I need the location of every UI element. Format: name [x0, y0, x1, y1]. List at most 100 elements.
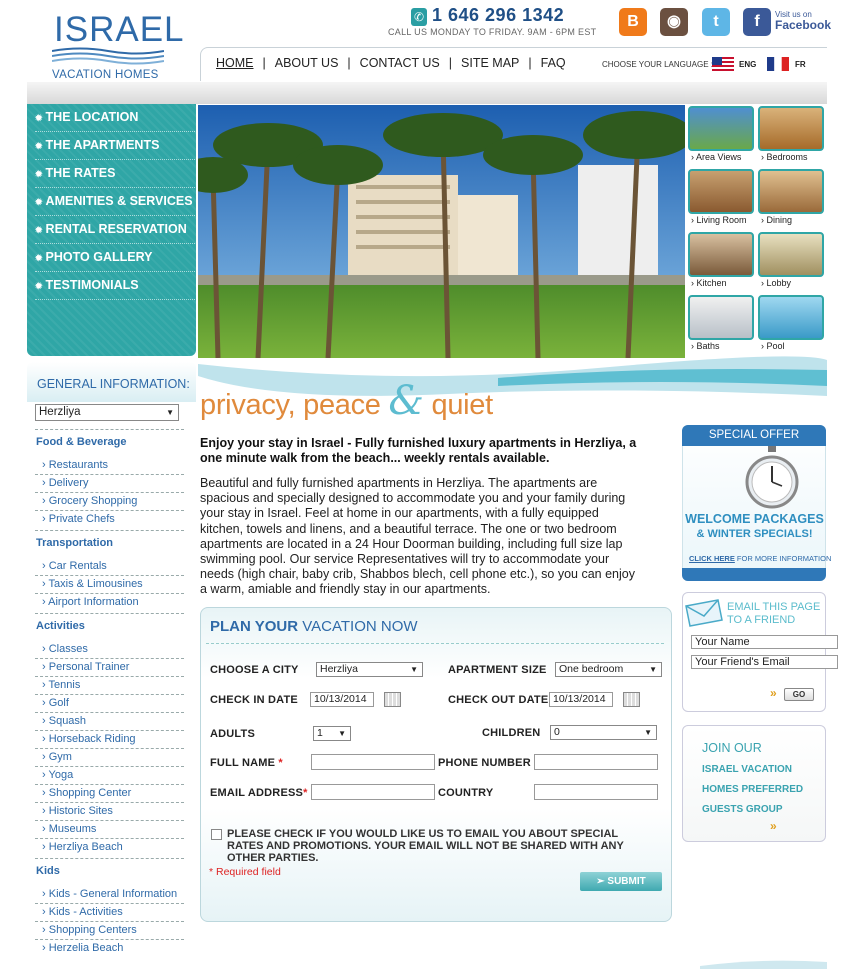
go-button[interactable]: GO — [784, 688, 814, 701]
menu-the-apartments[interactable]: ✹ THE APARTMENTS — [35, 132, 197, 160]
menu-rental-reservation[interactable]: ✹ RENTAL RESERVATION — [35, 216, 197, 244]
email-friend-title: EMAIL THIS PAGE TO A FRIEND — [727, 601, 821, 626]
thumb-kitchen[interactable] — [688, 232, 754, 277]
link-herzliya-beach[interactable]: › Herzliya Beach — [42, 841, 123, 853]
link-tennis[interactable]: › Tennis — [42, 679, 80, 691]
click-here-link[interactable]: CLICK HERE FOR MORE INFORMATION — [689, 554, 831, 563]
menu-the-rates[interactable]: ✹ THE RATES — [35, 160, 197, 188]
link-museums[interactable]: › Museums — [42, 823, 96, 835]
your-name-input[interactable]: Your Name — [691, 635, 838, 649]
link-delivery[interactable]: › Delivery — [42, 477, 88, 489]
link-grocery[interactable]: › Grocery Shopping — [42, 495, 137, 507]
checkin-input[interactable]: 10/13/2014 — [310, 692, 374, 707]
promotions-checkbox[interactable] — [211, 829, 222, 840]
link-car-rentals[interactable]: › Car Rentals — [42, 560, 107, 572]
facebook-link[interactable]: Visit us on Facebook — [775, 10, 831, 32]
link-kids-activities[interactable]: › Kids - Activities — [42, 906, 123, 918]
link-herzelia-beach[interactable]: › Herzelia Beach — [42, 942, 123, 954]
welcome-packages[interactable]: WELCOME PACKAGES — [684, 512, 825, 526]
thumb-pool[interactable] — [758, 295, 824, 340]
checkout-input[interactable]: 10/13/2014 — [549, 692, 613, 707]
link-historic-sites[interactable]: › Historic Sites — [42, 805, 113, 817]
link-yoga[interactable]: › Yoga — [42, 769, 73, 781]
email-address-input[interactable] — [311, 784, 435, 800]
adults-label: ADULTS — [210, 728, 255, 740]
lang-eng[interactable]: ENG — [739, 60, 756, 69]
double-arrow-icon[interactable]: » — [770, 819, 777, 833]
thumb-living-room[interactable] — [688, 169, 754, 214]
link-horseback[interactable]: › Horseback Riding — [42, 733, 136, 745]
bullet-icon: ✹ — [35, 281, 43, 291]
thumb-label[interactable]: › Area Views — [691, 152, 741, 162]
divider — [35, 921, 184, 922]
main-nav: HOME | ABOUT US | CONTACT US | SITE MAP | FAQ — [216, 56, 566, 70]
city-select-value: Herzliya — [39, 406, 81, 418]
blogger-icon[interactable]: B — [619, 8, 647, 36]
lang-fr[interactable]: FR — [795, 60, 806, 69]
full-name-input[interactable] — [311, 754, 435, 770]
nav-home[interactable]: HOME — [216, 56, 254, 70]
divider — [35, 575, 184, 576]
category-food: Food & Beverage — [36, 436, 127, 448]
thumb-label[interactable]: › Lobby — [761, 278, 791, 288]
thumb-lobby[interactable] — [758, 232, 824, 277]
children-select[interactable]: 0 ▼ — [550, 725, 657, 740]
thumb-bedrooms[interactable] — [758, 106, 824, 151]
link-squash[interactable]: › Squash — [42, 715, 86, 727]
thumb-dining[interactable] — [758, 169, 824, 214]
winter-specials[interactable]: & WINTER SPECIALS! — [684, 528, 825, 540]
menu-testimonials[interactable]: ✹ TESTIMONIALS — [35, 272, 197, 300]
link-gym[interactable]: › Gym — [42, 751, 72, 763]
join-line-3: GUESTS GROUP — [702, 804, 783, 815]
thumb-label[interactable]: › Living Room — [691, 215, 747, 225]
menu-the-location[interactable]: ✹ THE LOCATION — [35, 104, 197, 132]
phone-number-label: PHONE NUMBER — [438, 757, 531, 769]
phone-number-input[interactable] — [534, 754, 658, 770]
link-shopping-centers[interactable]: › Shopping Centers — [42, 924, 137, 936]
menu-amenities[interactable]: ✹ AMENITIES & SERVICES — [35, 188, 197, 216]
thumb-label[interactable]: › Dining — [761, 215, 792, 225]
city-select[interactable]: Herzliya ▼ — [35, 404, 179, 421]
fr-flag-icon[interactable] — [767, 57, 789, 71]
phone-number[interactable]: 1 646 296 1342 — [432, 5, 564, 26]
form-city-select[interactable]: Herzliya ▼ — [316, 662, 423, 677]
twitter-icon[interactable]: t — [702, 8, 730, 36]
apartment-size-select[interactable]: One bedroom ▼ — [555, 662, 662, 677]
thumb-area-views[interactable] — [688, 106, 754, 151]
link-taxis[interactable]: › Taxis & Limousines — [42, 578, 143, 590]
nav-site-map[interactable]: SITE MAP — [461, 56, 519, 70]
menu-photo-gallery[interactable]: ✹ PHOTO GALLERY — [35, 244, 197, 272]
thumb-label[interactable]: › Pool — [761, 341, 785, 351]
thumb-baths[interactable] — [688, 295, 754, 340]
link-private-chefs[interactable]: › Private Chefs — [42, 513, 115, 525]
nav-contact-us[interactable]: CONTACT US — [360, 56, 440, 70]
us-flag-icon[interactable] — [712, 57, 734, 71]
chevron-down-icon: ▼ — [338, 729, 346, 738]
link-shopping-center[interactable]: › Shopping Center — [42, 787, 131, 799]
link-restaurants[interactable]: › Restaurants — [42, 459, 108, 471]
nav-about-us[interactable]: ABOUT US — [275, 56, 339, 70]
nav-faq[interactable]: FAQ — [541, 56, 566, 70]
menu-label: TESTIMONIALS — [45, 278, 139, 292]
logo-title[interactable]: ISRAEL — [54, 10, 185, 50]
friend-email-input[interactable]: Your Friend's Email — [691, 655, 838, 669]
divider — [35, 838, 184, 839]
facebook-icon[interactable]: f — [743, 8, 771, 36]
thumb-label[interactable]: › Bedrooms — [761, 152, 808, 162]
thumb-label[interactable]: › Baths — [691, 341, 720, 351]
calendar-icon[interactable] — [623, 692, 640, 707]
link-classes[interactable]: › Classes — [42, 643, 88, 655]
link-kids-general[interactable]: › Kids - General Information — [42, 888, 177, 900]
country-input[interactable] — [534, 784, 658, 800]
submit-button[interactable]: ➢ SUBMIT — [580, 872, 662, 891]
thumb-label[interactable]: › Kitchen — [691, 278, 727, 288]
link-airport[interactable]: › Airport Information — [42, 596, 139, 608]
instagram-icon[interactable]: ◉ — [660, 8, 688, 36]
chevron-down-icon: ▼ — [410, 665, 418, 674]
adults-select[interactable]: 1 ▼ — [313, 726, 351, 741]
link-personal-trainer[interactable]: › Personal Trainer — [42, 661, 129, 673]
submit-label: SUBMIT — [607, 876, 646, 887]
category-activities: Activities — [36, 620, 85, 632]
calendar-icon[interactable] — [384, 692, 401, 707]
link-golf[interactable]: › Golf — [42, 697, 69, 709]
